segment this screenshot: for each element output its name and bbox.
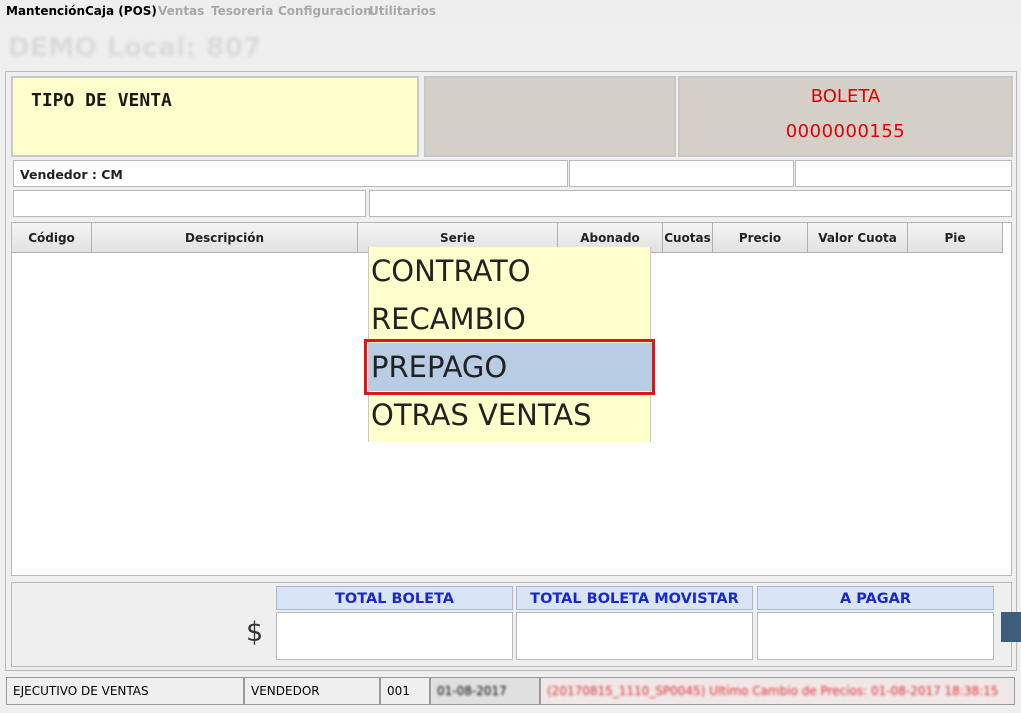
a-pagar-value bbox=[757, 612, 994, 660]
menu-caja-pos[interactable]: Caja (POS) bbox=[85, 4, 157, 18]
dropdown-option-contrato[interactable]: CONTRATO bbox=[369, 247, 652, 295]
column-header-valor-cuota[interactable]: Valor Cuota bbox=[808, 223, 908, 253]
a-pagar-header: A PAGAR bbox=[757, 586, 994, 610]
column-header-pie[interactable]: Pie bbox=[908, 223, 1003, 253]
menu-ventas[interactable]: Ventas bbox=[158, 4, 204, 18]
sale-type-panel[interactable] bbox=[11, 76, 419, 157]
status-user-type: VENDEDOR bbox=[244, 677, 380, 705]
vendor-label: Vendedor : CM bbox=[20, 167, 123, 182]
dropdown-option-recambio[interactable]: RECAMBIO bbox=[369, 295, 652, 343]
sale-type-label: TIPO DE VENTA bbox=[31, 90, 172, 111]
scroll-edge[interactable] bbox=[1001, 612, 1021, 642]
column-header-codigo[interactable]: Código bbox=[12, 223, 92, 253]
menu-bar: Mantención Caja (POS) Ventas Tesoreria C… bbox=[0, 0, 1021, 22]
menu-configuracion[interactable]: Configuracion bbox=[278, 4, 372, 18]
total-boleta-movistar-value bbox=[516, 612, 753, 660]
status-date: 01-08-2017 bbox=[430, 677, 540, 705]
status-code: 001 bbox=[380, 677, 430, 705]
column-header-cuotas[interactable]: Cuotas bbox=[663, 223, 713, 253]
currency-symbol: $ bbox=[246, 617, 264, 648]
menu-utilitarios[interactable]: Utilitarios bbox=[369, 4, 436, 18]
document-type: BOLETA bbox=[810, 86, 881, 107]
total-boleta-movistar-header: TOTAL BOLETA MOVISTAR bbox=[516, 586, 753, 610]
total-boleta-header: TOTAL BOLETA bbox=[276, 586, 513, 610]
selection-highlight bbox=[364, 339, 655, 395]
column-header-descripcion[interactable]: Descripción bbox=[92, 223, 358, 253]
customer-field[interactable] bbox=[13, 190, 366, 217]
column-header-precio[interactable]: Precio bbox=[713, 223, 808, 253]
status-message: (20170815_1110_SP0045) Ultimo Cambio de … bbox=[540, 677, 1015, 705]
store-title: DEMO Local: 807 bbox=[8, 33, 262, 63]
dropdown-option-otras-ventas[interactable]: OTRAS VENTAS bbox=[369, 391, 652, 439]
customer-name-field[interactable] bbox=[369, 190, 1012, 217]
menu-tesoreria[interactable]: Tesoreria bbox=[211, 4, 273, 18]
info-field-2[interactable] bbox=[569, 160, 794, 187]
info-field-3[interactable] bbox=[795, 160, 1012, 187]
status-role: EJECUTIVO DE VENTAS bbox=[6, 677, 244, 705]
total-boleta-value bbox=[276, 612, 513, 660]
document-number: 0000000155 bbox=[785, 121, 906, 142]
info-panel bbox=[424, 76, 676, 157]
menu-mantencion[interactable]: Mantención bbox=[6, 4, 85, 18]
